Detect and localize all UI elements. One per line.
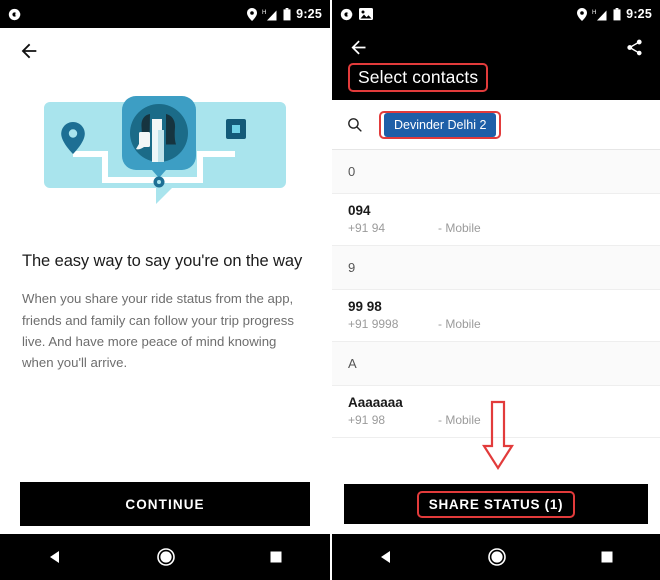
notification-dot-icon bbox=[340, 8, 353, 21]
contacts-list: 0 094 +91 94 - Mobile 9 99 98 +91 9998 -… bbox=[332, 150, 660, 438]
contact-type: - Mobile bbox=[438, 317, 481, 332]
contact-type: - Mobile bbox=[438, 221, 481, 236]
dual-screenshot-container: H 9:25 The easy way to say you're on the… bbox=[0, 0, 660, 580]
left-status-time: 9:25 bbox=[296, 7, 322, 21]
battery-icon bbox=[283, 7, 291, 21]
list-section-header: 9 bbox=[332, 246, 660, 290]
back-arrow-icon[interactable] bbox=[348, 37, 369, 58]
share-status-button[interactable]: SHARE STATUS (1) bbox=[344, 484, 648, 524]
selected-contact-chip[interactable]: Devinder Delhi 2 bbox=[384, 112, 497, 137]
signal-h-icon: H bbox=[592, 8, 608, 21]
location-pin-icon bbox=[247, 7, 258, 21]
screenshot-image-icon bbox=[359, 8, 373, 20]
location-pin-icon bbox=[577, 7, 588, 21]
contact-type: - Mobile bbox=[438, 413, 481, 428]
contact-name: 094 bbox=[348, 203, 371, 218]
back-arrow-icon[interactable] bbox=[18, 40, 40, 62]
left-phone-screen: H 9:25 The easy way to say you're on the… bbox=[0, 0, 330, 580]
svg-text:H: H bbox=[262, 10, 266, 16]
left-top-bar bbox=[0, 28, 330, 74]
share-button-area: SHARE STATUS (1) bbox=[332, 476, 660, 534]
right-nav-bar bbox=[332, 534, 660, 580]
left-status-bar: H 9:25 bbox=[0, 0, 330, 28]
contact-name: 99 98 bbox=[348, 299, 382, 314]
left-nav-bar bbox=[0, 534, 330, 580]
contact-list-item[interactable]: Aaaaaaa +91 98 - Mobile bbox=[332, 386, 660, 438]
page-body-text: When you share your ride status from the… bbox=[22, 291, 294, 371]
list-section-header: A bbox=[332, 342, 660, 386]
select-contacts-app-bar: Select contacts bbox=[332, 28, 660, 100]
contact-number: +91 94 bbox=[348, 221, 386, 236]
back-triangle-icon[interactable] bbox=[378, 549, 394, 565]
page-title: The easy way to say you're on the way bbox=[22, 252, 303, 270]
home-circle-icon[interactable] bbox=[487, 547, 507, 567]
selected-contact-chip-annotation: Devinder Delhi 2 bbox=[379, 110, 502, 139]
contact-search-row[interactable]: Devinder Delhi 2 bbox=[332, 100, 660, 150]
back-triangle-icon[interactable] bbox=[47, 549, 63, 565]
contact-name: Aaaaaaa bbox=[348, 395, 403, 410]
recents-square-icon[interactable] bbox=[269, 550, 283, 564]
svg-text:H: H bbox=[592, 10, 596, 16]
recents-square-icon[interactable] bbox=[600, 550, 614, 564]
list-section-header: 0 bbox=[332, 150, 660, 194]
right-phone-screen: H 9:25 Select contacts Devinder Delhi 2 … bbox=[330, 0, 660, 580]
notification-dot-icon bbox=[8, 8, 21, 21]
contact-list-item[interactable]: 99 98 +91 9998 - Mobile bbox=[332, 290, 660, 342]
contact-list-item[interactable]: 094 +91 94 - Mobile bbox=[332, 194, 660, 246]
signal-h-icon: H bbox=[262, 8, 278, 21]
ride-share-illustration bbox=[44, 96, 286, 204]
right-status-time: 9:25 bbox=[626, 7, 652, 21]
page-title: Select contacts bbox=[348, 62, 489, 92]
contact-number: +91 98 bbox=[348, 413, 386, 428]
share-status-label: SHARE STATUS (1) bbox=[416, 490, 576, 518]
share-icon[interactable] bbox=[625, 38, 644, 57]
search-icon[interactable] bbox=[346, 116, 363, 133]
illustration-area bbox=[0, 78, 330, 228]
continue-button[interactable]: CONTINUE bbox=[20, 482, 310, 526]
contact-number: +91 9998 bbox=[348, 317, 399, 332]
right-status-bar: H 9:25 bbox=[332, 0, 660, 28]
battery-icon bbox=[613, 7, 621, 21]
home-circle-icon[interactable] bbox=[156, 547, 176, 567]
